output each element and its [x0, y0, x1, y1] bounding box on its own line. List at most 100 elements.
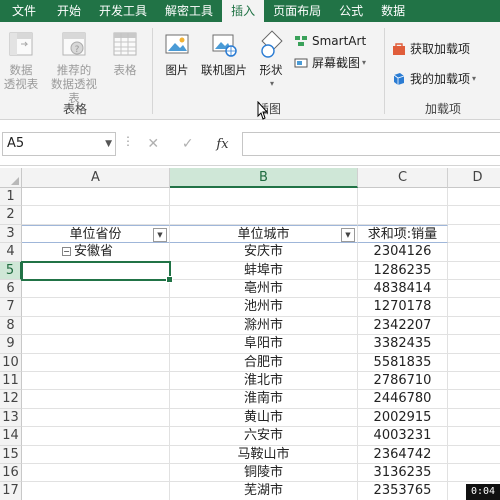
cell[interactable]	[448, 427, 500, 446]
row-header-9[interactable]: 9	[0, 335, 22, 354]
cell[interactable]	[358, 206, 448, 225]
pictures-button[interactable]: 图片	[160, 30, 194, 77]
cell[interactable]	[448, 390, 500, 409]
chevron-down-icon[interactable]: ▼	[105, 133, 112, 155]
my-addins-button[interactable]: 我的加载项 ▾	[392, 70, 476, 88]
select-all-button[interactable]	[0, 168, 22, 188]
name-box[interactable]: A5 ▼	[2, 132, 116, 156]
cell[interactable]	[448, 262, 500, 280]
pivot-city-cell[interactable]: 亳州市	[170, 280, 358, 299]
row-header-2[interactable]: 2	[0, 206, 22, 225]
cell[interactable]	[22, 482, 170, 500]
pivot-city-cell[interactable]: 安庆市	[170, 243, 358, 262]
row-header-16[interactable]: 16	[0, 464, 22, 483]
cell[interactable]	[448, 372, 500, 391]
row-header-14[interactable]: 14	[0, 427, 22, 446]
pivot-sales-cell[interactable]: 1286235	[358, 261, 448, 280]
tab-file[interactable]: 文件	[0, 0, 48, 22]
filter-dropdown-icon[interactable]: ▼	[153, 227, 167, 242]
pivot-sales-cell[interactable]: 4003231	[358, 427, 448, 446]
cell[interactable]	[448, 225, 500, 244]
row-header-12[interactable]: 12	[0, 390, 22, 409]
more-icon[interactable]: ⋮	[122, 134, 134, 148]
pivot-table-button[interactable]: 数据 透视表	[2, 30, 40, 91]
tab-page-layout[interactable]: 页面布局	[264, 0, 330, 22]
row-header-17[interactable]: 17	[0, 482, 22, 500]
cell[interactable]	[448, 188, 500, 207]
cell[interactable]	[448, 298, 500, 317]
column-header-c[interactable]: C	[358, 168, 448, 188]
row-header-4[interactable]: 4	[0, 243, 22, 262]
cell[interactable]	[22, 335, 170, 354]
cell[interactable]	[448, 335, 500, 354]
pivot-city-cell[interactable]: 淮北市	[170, 372, 358, 391]
enter-icon[interactable]: ✓	[182, 136, 194, 152]
pivot-city-cell[interactable]: 池州市	[170, 298, 358, 317]
collapse-icon[interactable]: −	[62, 247, 71, 257]
pivot-city-cell[interactable]: 六安市	[170, 427, 358, 446]
filter-dropdown-icon[interactable]: ▼	[341, 227, 355, 242]
tab-formulas[interactable]: 公式	[330, 0, 372, 22]
cell[interactable]	[22, 188, 170, 207]
pivot-sales-cell[interactable]: 1270178	[358, 298, 448, 317]
online-pictures-button[interactable]: 联机图片	[198, 30, 250, 77]
pivot-city-cell[interactable]: 黄山市	[170, 408, 358, 428]
cell[interactable]	[448, 464, 500, 483]
insert-function-icon[interactable]: fx	[216, 137, 228, 152]
cancel-icon[interactable]: ✕	[147, 136, 159, 152]
pivot-city-cell[interactable]: 马鞍山市	[170, 445, 358, 464]
cell[interactable]	[22, 316, 170, 336]
cell[interactable]	[448, 409, 500, 428]
cell[interactable]	[22, 464, 170, 483]
column-header-b[interactable]: B	[170, 168, 358, 188]
cell[interactable]	[22, 206, 170, 225]
cell[interactable]	[448, 243, 500, 262]
row-header-6[interactable]: 6	[0, 280, 22, 299]
cell[interactable]	[22, 427, 170, 446]
pivot-sales-cell[interactable]: 2002915	[358, 408, 448, 428]
formula-input[interactable]	[242, 132, 500, 156]
tab-data[interactable]: 数据	[372, 0, 414, 22]
cell[interactable]	[448, 354, 500, 372]
cell[interactable]	[448, 446, 500, 464]
pivot-sales-cell[interactable]: 4838414	[358, 280, 448, 299]
pivot-city-cell[interactable]: 蚌埠市	[170, 261, 358, 280]
recommended-pivot-button[interactable]: ? 推荐的 数据透视表	[46, 30, 102, 105]
pivot-sales-cell[interactable]: 2786710	[358, 372, 448, 391]
pivot-sales-cell[interactable]: 2353765	[358, 482, 448, 500]
pivot-header-cell[interactable]: 单位城市 ▼	[170, 224, 358, 244]
cell[interactable]	[22, 390, 170, 409]
row-header-1[interactable]: 1	[0, 188, 22, 207]
pivot-row-province[interactable]: − 安徽省	[22, 243, 170, 262]
cell[interactable]	[22, 353, 170, 372]
get-addins-button[interactable]: 获取加载项	[392, 40, 470, 58]
pivot-sales-cell[interactable]: 2304126	[358, 243, 448, 262]
pivot-sales-cell[interactable]: 3382435	[358, 335, 448, 354]
column-header-a[interactable]: A	[22, 168, 170, 188]
tab-insert[interactable]: 插入	[222, 0, 265, 22]
tab-developer[interactable]: 开发工具	[90, 0, 156, 22]
row-header-11[interactable]: 11	[0, 372, 22, 391]
shapes-button[interactable]: 形状 ▾	[254, 30, 288, 91]
cell[interactable]	[448, 317, 500, 336]
tab-home[interactable]: 开始	[48, 0, 90, 22]
column-header-d[interactable]: D	[448, 168, 500, 188]
cell[interactable]	[170, 188, 358, 207]
row-header-10[interactable]: 10	[0, 353, 22, 372]
pivot-city-cell[interactable]: 铜陵市	[170, 464, 358, 483]
tab-decrypt-tools[interactable]: 解密工具	[156, 0, 222, 22]
cell[interactable]	[22, 445, 170, 464]
pivot-header-cell[interactable]: 求和项:销量	[358, 224, 448, 244]
cell[interactable]	[170, 206, 358, 225]
pivot-header-cell[interactable]: 单位省份 ▼	[22, 224, 170, 244]
row-header-13[interactable]: 13	[0, 408, 22, 428]
cell[interactable]	[448, 280, 500, 299]
row-header-7[interactable]: 7	[0, 298, 22, 317]
row-header-3[interactable]: 3	[0, 224, 22, 244]
pivot-sales-cell[interactable]: 2446780	[358, 390, 448, 409]
pivot-city-cell[interactable]: 淮南市	[170, 390, 358, 409]
row-header-15[interactable]: 15	[0, 445, 22, 464]
pivot-sales-cell[interactable]: 3136235	[358, 464, 448, 483]
cell[interactable]	[22, 372, 170, 391]
screenshot-button[interactable]: 屏幕截图 ▾	[294, 54, 366, 72]
